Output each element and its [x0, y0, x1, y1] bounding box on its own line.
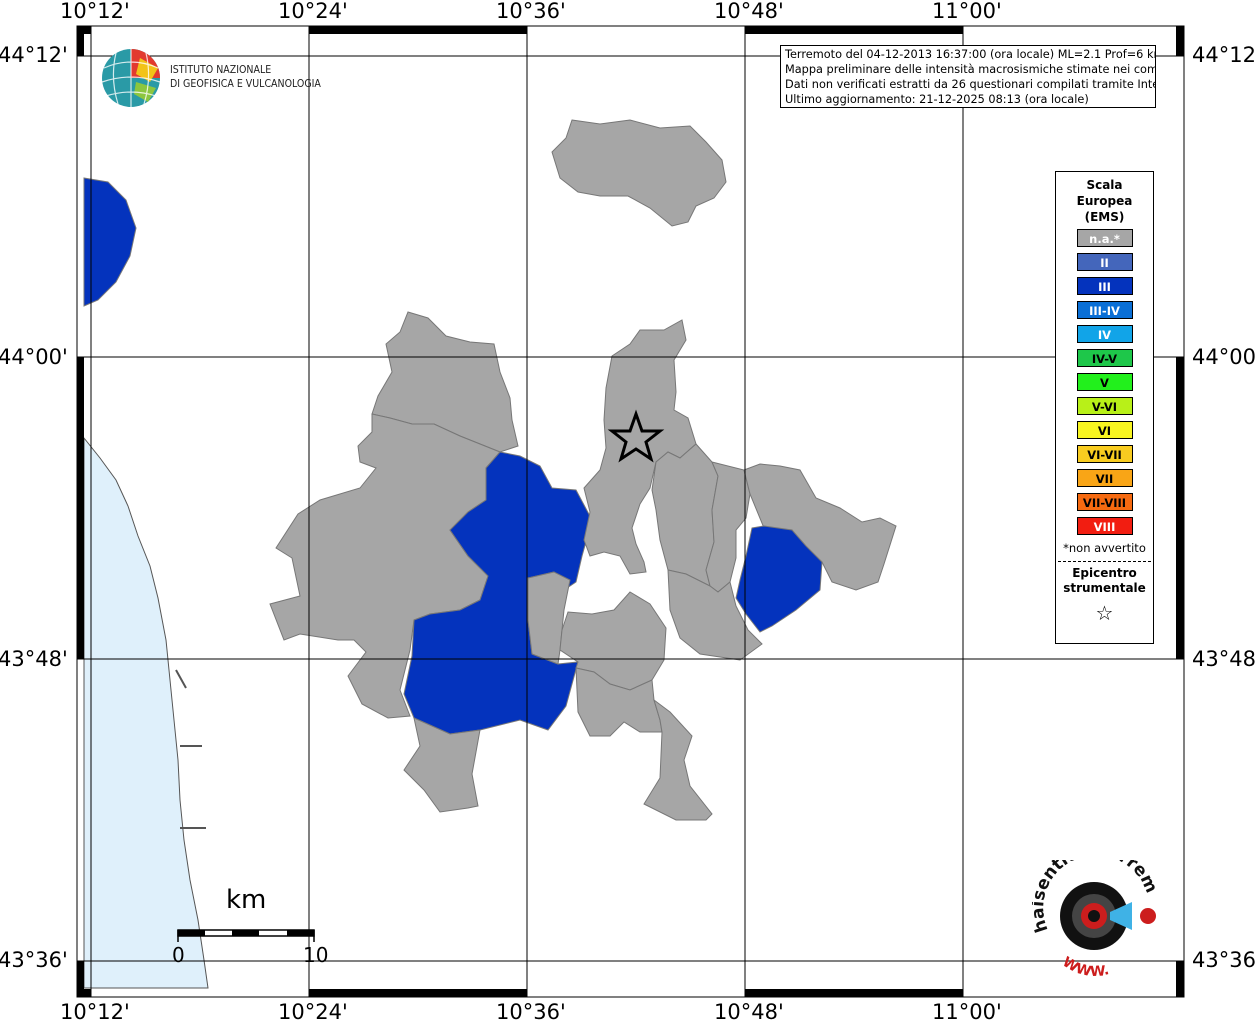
legend-item: IV: [1076, 325, 1133, 343]
legend-item: VI-VII: [1076, 445, 1133, 463]
lon-label-bottom: 10°24': [278, 1000, 348, 1024]
scale-max-label: 10: [303, 943, 329, 967]
legend-item: III-IV: [1076, 301, 1133, 319]
event-info-box: Terremoto del 04-12-2013 16:37:00 (ora l…: [780, 45, 1156, 108]
legend-item: IV-V: [1076, 349, 1133, 367]
event-info-line: Ultimo aggiornamento: 21-12-2025 08:13 (…: [785, 93, 1089, 106]
lon-label-bottom: 10°12': [60, 1000, 130, 1024]
lon-label-top: 10°24': [278, 0, 348, 23]
ems-legend: Scala Europea (EMS) n.a.* II III III-IV IV IV…: [1055, 171, 1154, 644]
lat-label-right: 44°00': [1192, 345, 1257, 369]
legend-item: II: [1076, 253, 1133, 271]
event-info-line: Dati non verificati estratti da 26 quest…: [785, 78, 1156, 91]
legend-item: V: [1076, 373, 1133, 391]
legend-title: Scala Europea (EMS): [1076, 178, 1133, 224]
legend-divider: [1058, 561, 1151, 562]
lon-label-top: 11°00': [932, 0, 1002, 23]
haisentito-logo-icon: haisentitoilterremoto.it WWW.: [1032, 860, 1161, 980]
lon-label-top: 10°36': [496, 0, 566, 23]
scale-min-label: 0: [172, 943, 185, 967]
lat-label-left: 43°48': [0, 647, 68, 671]
lat-label-left: 44°00': [0, 345, 68, 369]
event-info-line: Terremoto del 04-12-2013 16:37:00 (ora l…: [785, 48, 1156, 61]
legend-note: *non avvertito: [1063, 541, 1146, 555]
legend-items: n.a.* II III III-IV IV IV-V V V-VI VI VI-VII VII VI…: [1056, 229, 1153, 535]
legend-epicenter-label: Epicentro strumentale: [1063, 566, 1146, 595]
legend-item: n.a.*: [1076, 229, 1133, 247]
legend-item: VI: [1076, 421, 1133, 439]
svg-text:WWW.: WWW.: [1060, 954, 1111, 980]
legend-item: V-VI: [1076, 397, 1133, 415]
ingv-logo-text: ISTITUTO NAZIONALE DI GEOFISICA E VULCAN…: [170, 64, 321, 90]
haisentito-logo-url: WWW.: [1060, 954, 1111, 980]
lat-label-right: 43°36': [1192, 948, 1257, 972]
scale-unit-label: km: [226, 885, 267, 915]
lon-label-bottom: 10°48': [714, 1000, 784, 1024]
lon-label-top: 10°12': [60, 0, 130, 23]
lon-label-bottom: 11°00': [932, 1000, 1002, 1024]
lon-label-bottom: 10°36': [496, 1000, 566, 1024]
legend-star-icon: ☆: [1095, 601, 1114, 625]
lon-label-top: 10°48': [714, 0, 784, 23]
lat-label-right: 44°12': [1192, 43, 1257, 67]
lat-label-left: 44°12': [0, 43, 68, 67]
legend-item: VIII: [1076, 517, 1133, 535]
event-info-line: Mappa preliminare delle intensità macros…: [785, 63, 1156, 76]
lat-label-right: 43°48': [1192, 647, 1257, 671]
legend-item: VII: [1076, 469, 1133, 487]
legend-item: VII-VIII: [1076, 493, 1133, 511]
lat-label-left: 43°36': [0, 948, 68, 972]
legend-item: III: [1076, 277, 1133, 295]
